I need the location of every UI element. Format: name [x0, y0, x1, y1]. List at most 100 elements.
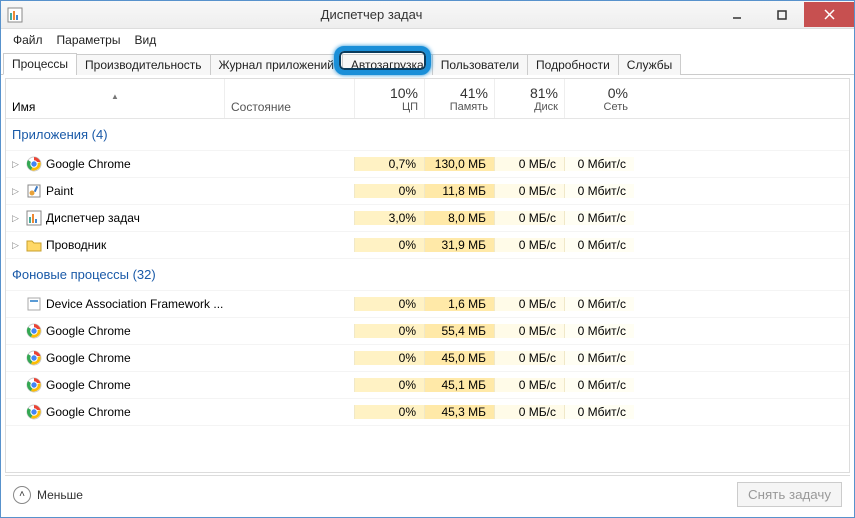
process-disk: 0 МБ/с [494, 351, 564, 365]
minimize-button[interactable] [714, 2, 759, 27]
chrome-icon [26, 404, 42, 420]
col-name-label: Имя [12, 100, 218, 114]
paint-icon [26, 183, 42, 199]
titlebar: Диспетчер задач [1, 1, 854, 29]
process-name: Google Chrome [46, 324, 131, 338]
expander-icon[interactable]: ▷ [12, 213, 22, 224]
footer: ˄ Меньше Снять задачу [5, 475, 850, 513]
tab-performance[interactable]: Производительность [76, 54, 210, 75]
menu-file[interactable]: Файл [7, 31, 49, 49]
process-name: Google Chrome [46, 351, 131, 365]
process-cpu: 0% [354, 405, 424, 419]
process-net: 0 Мбит/с [564, 238, 634, 252]
maximize-button[interactable] [759, 2, 804, 27]
process-disk: 0 МБ/с [494, 157, 564, 171]
process-cpu: 0% [354, 351, 424, 365]
process-row[interactable]: Google Chrome 0% 45,3 МБ 0 МБ/с 0 Мбит/с [6, 399, 849, 426]
tab-apphistory[interactable]: Журнал приложений [210, 54, 343, 75]
process-disk: 0 МБ/с [494, 324, 564, 338]
expander-icon[interactable]: ▷ [12, 186, 22, 197]
process-name: Google Chrome [46, 378, 131, 392]
tab-services[interactable]: Службы [618, 54, 681, 75]
process-row[interactable]: Google Chrome 0% 55,4 МБ 0 МБ/с 0 Мбит/с [6, 318, 849, 345]
chrome-icon [26, 377, 42, 393]
tabs: Процессы Производительность Журнал прило… [1, 51, 854, 75]
tm-icon [26, 210, 42, 226]
col-status[interactable]: Состояние [224, 79, 354, 118]
col-net[interactable]: 0%Сеть [564, 79, 634, 118]
process-net: 0 Мбит/с [564, 324, 634, 338]
process-row[interactable]: Google Chrome 0% 45,1 МБ 0 МБ/с 0 Мбит/с [6, 372, 849, 399]
process-name: Google Chrome [46, 405, 131, 419]
process-row[interactable]: ▷ Paint 0% 11,8 МБ 0 МБ/с 0 Мбит/с [6, 178, 849, 205]
process-disk: 0 МБ/с [494, 297, 564, 311]
process-name: Проводник [46, 238, 106, 252]
end-task-button[interactable]: Снять задачу [737, 482, 842, 507]
process-disk: 0 МБ/с [494, 184, 564, 198]
fewer-details-button[interactable]: ˄ Меньше [13, 486, 83, 504]
process-name: Paint [46, 184, 73, 198]
process-mem: 45,3 МБ [424, 405, 494, 419]
process-cpu: 0% [354, 324, 424, 338]
process-mem: 55,4 МБ [424, 324, 494, 338]
expander-icon[interactable]: ▷ [12, 159, 22, 170]
expander-icon[interactable]: ▷ [12, 240, 22, 251]
process-disk: 0 МБ/с [494, 211, 564, 225]
col-cpu[interactable]: 10%ЦП [354, 79, 424, 118]
process-net: 0 Мбит/с [564, 184, 634, 198]
window-title: Диспетчер задач [29, 7, 714, 22]
tab-processes[interactable]: Процессы [3, 53, 77, 75]
process-cpu: 0,7% [354, 157, 424, 171]
group-apps[interactable]: Приложения (4) [6, 119, 849, 151]
process-net: 0 Мбит/с [564, 378, 634, 392]
chevron-up-icon: ˄ [13, 486, 31, 504]
menubar: Файл Параметры Вид [1, 29, 854, 51]
process-net: 0 Мбит/с [564, 297, 634, 311]
generic-icon [26, 296, 42, 312]
group-bg[interactable]: Фоновые процессы (32) [6, 259, 849, 291]
process-name: Google Chrome [46, 157, 131, 171]
process-row[interactable]: ▷ Google Chrome 0,7% 130,0 МБ 0 МБ/с 0 Мб… [6, 151, 849, 178]
column-headers: ▲ Имя Состояние 10%ЦП 41%Память 81%Диск … [6, 79, 849, 119]
tab-startup[interactable]: Автозагрузка [342, 54, 433, 75]
process-mem: 8,0 МБ [424, 211, 494, 225]
process-mem: 31,9 МБ [424, 238, 494, 252]
process-mem: 11,8 МБ [424, 184, 494, 198]
process-name: Диспетчер задач [46, 211, 140, 225]
process-row[interactable]: Device Association Framework ... 0% 1,6 … [6, 291, 849, 318]
process-list[interactable]: Приложения (4) ▷ Google Chrome 0,7% 130,0… [6, 119, 849, 472]
process-mem: 45,1 МБ [424, 378, 494, 392]
col-disk[interactable]: 81%Диск [494, 79, 564, 118]
close-button[interactable] [804, 2, 854, 27]
app-icon [7, 7, 23, 23]
process-disk: 0 МБ/с [494, 238, 564, 252]
col-mem[interactable]: 41%Память [424, 79, 494, 118]
process-row[interactable]: Google Chrome 0% 45,0 МБ 0 МБ/с 0 Мбит/с [6, 345, 849, 372]
folder-icon [26, 237, 42, 253]
chrome-icon [26, 323, 42, 339]
process-disk: 0 МБ/с [494, 378, 564, 392]
process-row[interactable]: ▷ Диспетчер задач 3,0% 8,0 МБ 0 МБ/с 0 Мб… [6, 205, 849, 232]
process-row[interactable]: ▷ Проводник 0% 31,9 МБ 0 МБ/с 0 Мбит/с [6, 232, 849, 259]
col-name[interactable]: ▲ Имя [6, 79, 224, 118]
menu-view[interactable]: Вид [128, 31, 162, 49]
process-cpu: 0% [354, 238, 424, 252]
window-buttons [714, 2, 854, 27]
tab-details[interactable]: Подробности [527, 54, 619, 75]
process-mem: 1,6 МБ [424, 297, 494, 311]
process-cpu: 0% [354, 184, 424, 198]
process-net: 0 Мбит/с [564, 405, 634, 419]
process-net: 0 Мбит/с [564, 351, 634, 365]
process-net: 0 Мбит/с [564, 157, 634, 171]
tab-users[interactable]: Пользователи [432, 54, 528, 75]
process-net: 0 Мбит/с [564, 211, 634, 225]
process-name: Device Association Framework ... [46, 297, 223, 311]
process-mem: 45,0 МБ [424, 351, 494, 365]
content-area: ▲ Имя Состояние 10%ЦП 41%Память 81%Диск … [5, 78, 850, 473]
process-cpu: 3,0% [354, 211, 424, 225]
chrome-icon [26, 156, 42, 172]
chrome-icon [26, 350, 42, 366]
process-cpu: 0% [354, 297, 424, 311]
menu-options[interactable]: Параметры [51, 31, 127, 49]
process-mem: 130,0 МБ [424, 157, 494, 171]
